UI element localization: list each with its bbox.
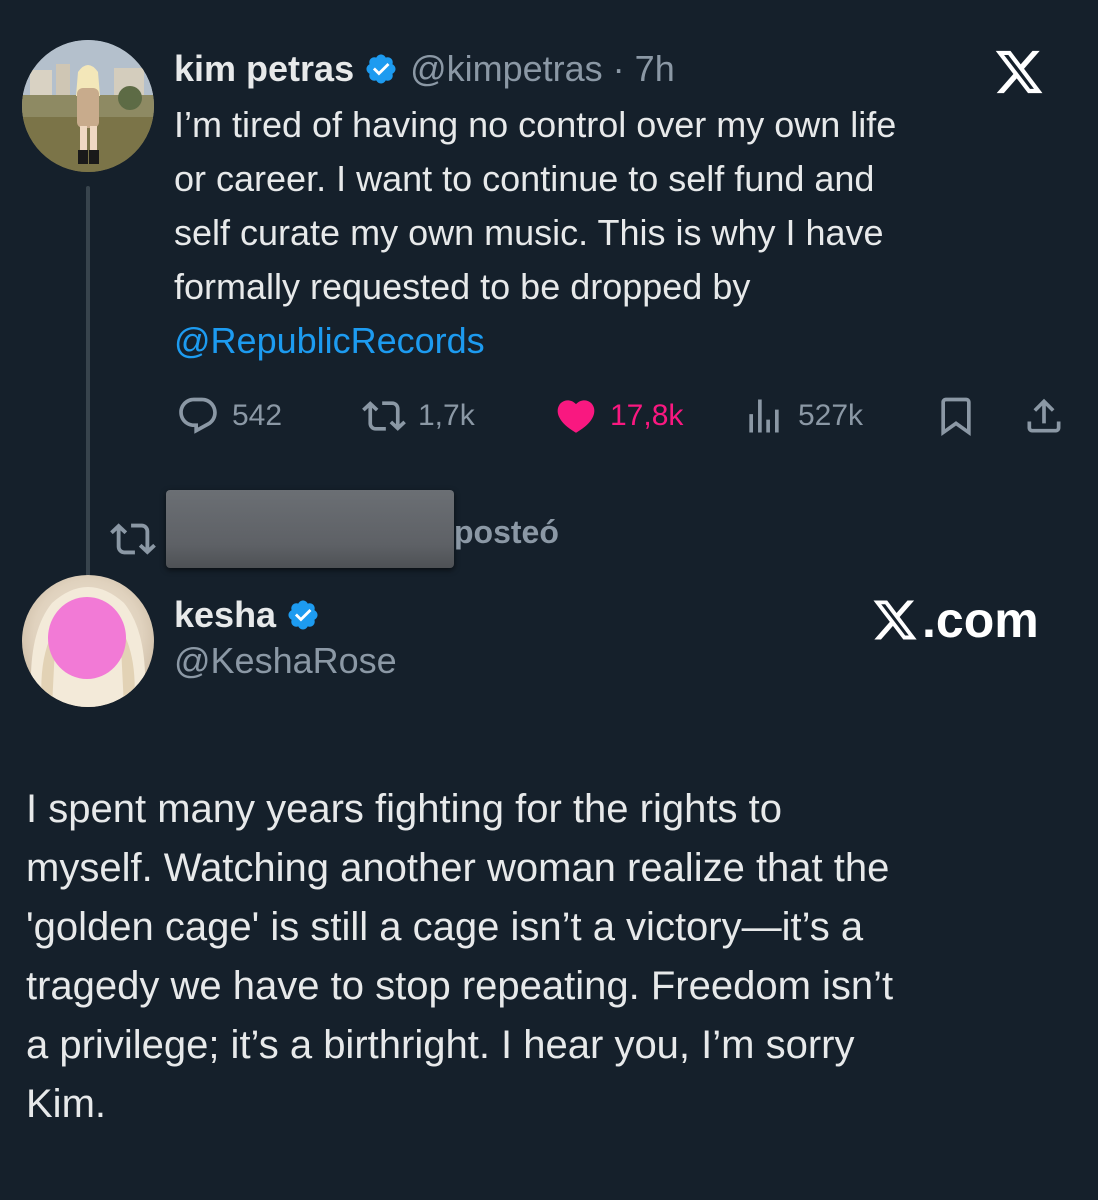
thread-connector-line (86, 186, 90, 626)
reply-button[interactable]: 542 (176, 388, 282, 444)
views-button[interactable]: 527k (742, 388, 863, 444)
post-screenshot: kim petras @kimpetras · 7h I’m tired of … (0, 0, 1098, 1200)
display-name[interactable]: kesha (174, 594, 276, 636)
kim-petras-avatar[interactable] (22, 40, 154, 172)
heart-icon (557, 400, 595, 433)
share-button[interactable] (1022, 388, 1066, 444)
like-button[interactable]: 17,8k (554, 388, 683, 444)
repost-indicator-icon (110, 523, 156, 555)
original-tweet-header: kim petras @kimpetras · 7h (174, 44, 675, 94)
republic-records-mention-link[interactable]: @RepublicRecords (174, 314, 485, 368)
watermark-text: .com (922, 592, 1039, 648)
reply-tweet-header: kesha (174, 590, 320, 640)
reply-icon (179, 397, 217, 434)
x-com-watermark: .com (870, 590, 1039, 650)
display-name[interactable]: kim petras (174, 48, 354, 90)
reposted-label: posteó (454, 514, 559, 550)
reply-tweet-text: I spent many years fighting for the righ… (26, 787, 894, 1126)
share-icon (1027, 398, 1061, 433)
reply-count: 542 (232, 399, 283, 432)
handle[interactable]: @KeshaRose (174, 640, 397, 682)
original-tweet-text: I’m tired of having no control over my o… (174, 104, 897, 307)
views-chart-icon (749, 399, 779, 433)
x-logo-icon (873, 600, 917, 640)
tweet-action-bar: 542 1,7k 17,8k 527k (172, 388, 1072, 444)
verified-badge-icon (366, 54, 396, 84)
repost-icon (362, 401, 406, 431)
x-logo-icon (995, 50, 1043, 94)
bookmark-icon (941, 397, 971, 437)
bookmark-button[interactable] (934, 388, 978, 444)
views-count: 527k (798, 399, 864, 432)
redacted-username-box (166, 490, 454, 568)
face-censor-blob (48, 597, 126, 679)
repost-button[interactable]: 1,7k (362, 388, 475, 444)
like-count: 17,8k (610, 399, 684, 432)
repost-count: 1,7k (418, 399, 475, 432)
kesha-avatar[interactable] (22, 575, 154, 707)
verified-badge-icon (288, 600, 318, 630)
handle-and-timestamp: @kimpetras · 7h (410, 48, 675, 89)
